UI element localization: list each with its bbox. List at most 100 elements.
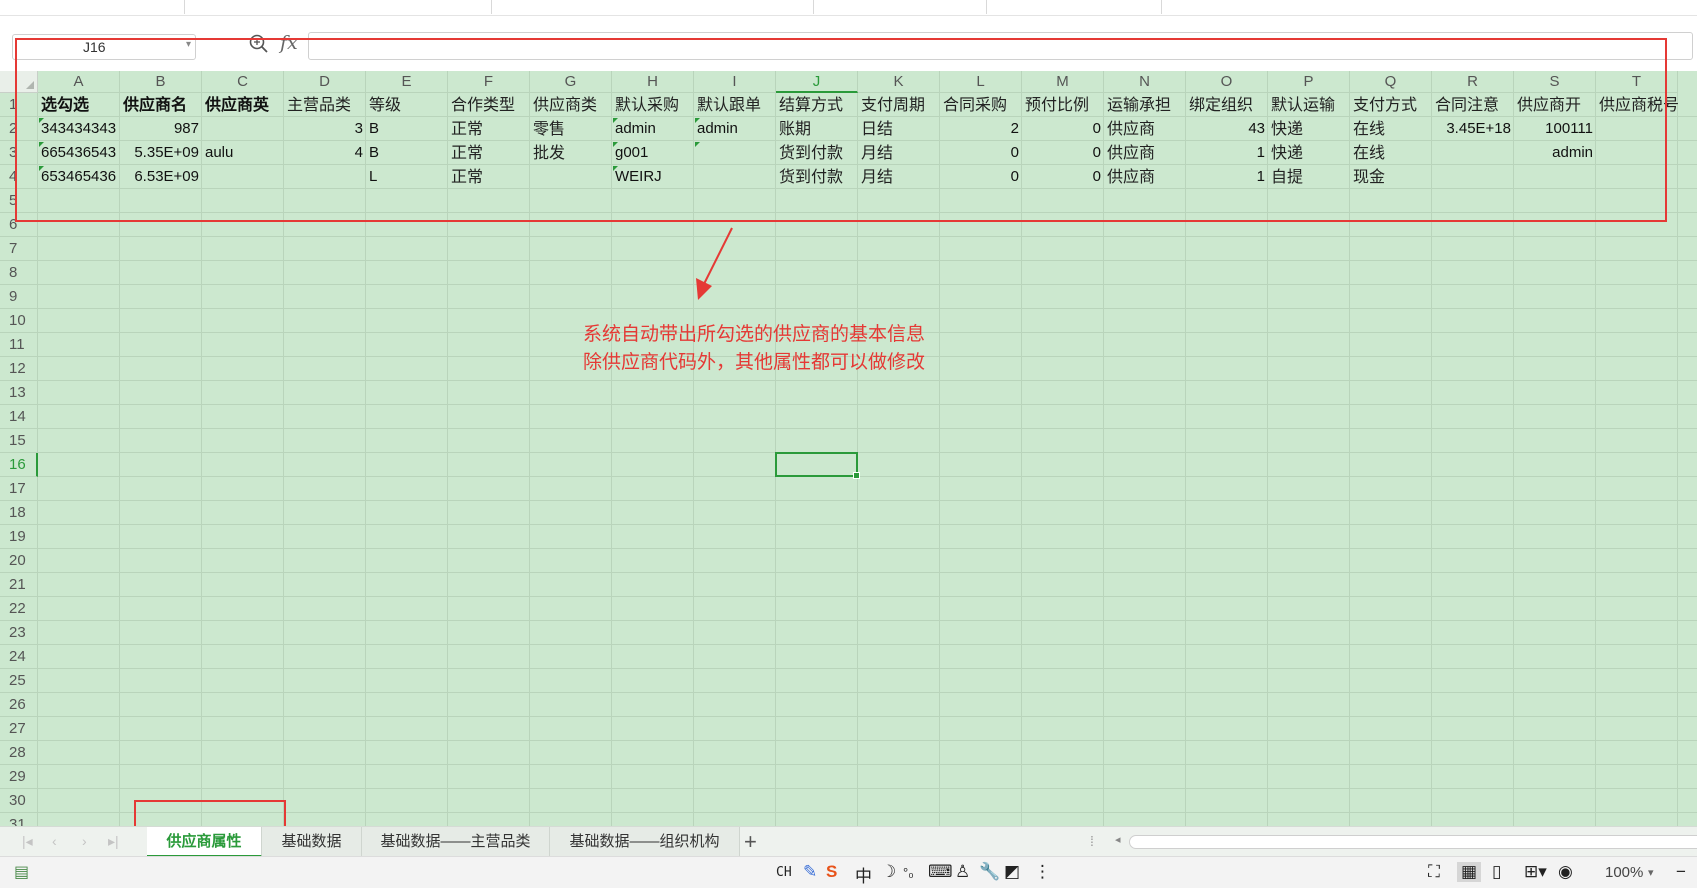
- tab-next-icon[interactable]: ›: [82, 833, 87, 849]
- ime-chinese-mode[interactable]: 中: [855, 862, 872, 887]
- column-header-r[interactable]: R: [1432, 71, 1514, 93]
- data-cell[interactable]: 0: [940, 141, 1022, 165]
- data-cell[interactable]: 正常: [448, 165, 530, 189]
- formula-input[interactable]: [308, 32, 1693, 60]
- data-cell[interactable]: 0: [1022, 141, 1104, 165]
- data-cell[interactable]: B: [366, 141, 448, 165]
- zoom-out-icon[interactable]: −: [1676, 862, 1686, 882]
- row-header-22[interactable]: 22: [0, 597, 38, 621]
- header-cell[interactable]: 供应商类: [530, 93, 612, 117]
- data-cell[interactable]: 0: [1022, 165, 1104, 189]
- header-cell[interactable]: 结算方式: [776, 93, 858, 117]
- column-header-l[interactable]: L: [940, 71, 1022, 93]
- column-header-o[interactable]: O: [1186, 71, 1268, 93]
- row-header-23[interactable]: 23: [0, 621, 38, 645]
- fx-icon[interactable]: fx: [280, 32, 298, 54]
- data-cell[interactable]: 3: [284, 117, 366, 141]
- tab-divider-grip-icon[interactable]: ⁞: [1090, 833, 1094, 849]
- add-sheet-button[interactable]: +: [744, 829, 757, 855]
- page-layout-icon[interactable]: ▯: [1492, 862, 1501, 882]
- row-header-12[interactable]: 12: [0, 357, 38, 381]
- data-cell[interactable]: 批发: [530, 141, 612, 165]
- tab-first-icon[interactable]: |◂: [22, 833, 33, 850]
- column-header-m[interactable]: M: [1022, 71, 1104, 93]
- ime-punct-icon[interactable]: °₀: [903, 865, 914, 880]
- active-cell-selection[interactable]: [775, 452, 860, 479]
- horizontal-scrollbar[interactable]: ◂: [1115, 833, 1697, 851]
- data-cell[interactable]: admin: [1514, 141, 1596, 165]
- name-box[interactable]: J16 ▾: [12, 34, 196, 60]
- column-header-t[interactable]: T: [1596, 71, 1678, 93]
- data-cell[interactable]: admin: [612, 117, 694, 141]
- ime-keyboard-icon[interactable]: ⌨: [928, 862, 953, 882]
- ime-tools-icon[interactable]: 🔧: [979, 862, 1000, 882]
- column-header-a[interactable]: A: [38, 71, 120, 93]
- row-header-15[interactable]: 15: [0, 429, 38, 453]
- column-header-h[interactable]: H: [612, 71, 694, 93]
- column-header-n[interactable]: N: [1104, 71, 1186, 93]
- row-header-19[interactable]: 19: [0, 525, 38, 549]
- data-cell[interactable]: 日结: [858, 117, 940, 141]
- tab-basic-data[interactable]: 基础数据: [262, 827, 362, 857]
- normal-view-icon[interactable]: ▦: [1457, 862, 1482, 882]
- data-cell[interactable]: 零售: [530, 117, 612, 141]
- data-cell[interactable]: 3.45E+18: [1432, 117, 1514, 141]
- data-cell[interactable]: 1: [1186, 165, 1268, 189]
- header-cell[interactable]: 运输承担: [1104, 93, 1186, 117]
- column-header-i[interactable]: I: [694, 71, 776, 93]
- row-header-14[interactable]: 14: [0, 405, 38, 429]
- header-cell[interactable]: 供应商开: [1514, 93, 1596, 117]
- ime-mode-label[interactable]: CH: [776, 865, 792, 880]
- data-cell[interactable]: 在线: [1350, 141, 1432, 165]
- row-header-17[interactable]: 17: [0, 477, 38, 501]
- header-cell[interactable]: 默认采购: [612, 93, 694, 117]
- row-header-28[interactable]: 28: [0, 741, 38, 765]
- data-cell[interactable]: 4: [284, 141, 366, 165]
- row-header-20[interactable]: 20: [0, 549, 38, 573]
- header-cell[interactable]: 供应商税号: [1596, 93, 1678, 117]
- data-cell[interactable]: 在线: [1350, 117, 1432, 141]
- data-cell[interactable]: 正常: [448, 141, 530, 165]
- data-cell[interactable]: 6.53E+09: [120, 165, 202, 189]
- data-cell[interactable]: admin: [694, 117, 776, 141]
- column-header-e[interactable]: E: [366, 71, 448, 93]
- row-header-5[interactable]: 5: [0, 189, 38, 213]
- header-cell[interactable]: 默认跟单: [694, 93, 776, 117]
- data-cell[interactable]: 5.35E+09: [120, 141, 202, 165]
- row-header-24[interactable]: 24: [0, 645, 38, 669]
- scroll-thumb[interactable]: [1129, 835, 1697, 849]
- data-cell[interactable]: 供应商: [1104, 141, 1186, 165]
- data-cell[interactable]: 货到付款: [776, 141, 858, 165]
- data-cell[interactable]: 665436543: [38, 141, 120, 165]
- row-header-7[interactable]: 7: [0, 237, 38, 261]
- column-header-k[interactable]: K: [858, 71, 940, 93]
- data-cell[interactable]: B: [366, 117, 448, 141]
- row-header-9[interactable]: 9: [0, 285, 38, 309]
- row-header-16[interactable]: 16: [0, 453, 38, 477]
- fullscreen-icon[interactable]: ⛶: [1428, 862, 1440, 882]
- data-cell[interactable]: g001: [612, 141, 694, 165]
- ime-halfwidth-icon[interactable]: ☽: [881, 862, 896, 882]
- scroll-left-icon[interactable]: ◂: [1115, 833, 1121, 846]
- header-cell[interactable]: 供应商英: [202, 93, 284, 117]
- data-cell[interactable]: 43: [1186, 117, 1268, 141]
- header-cell[interactable]: 等级: [366, 93, 448, 117]
- column-header-c[interactable]: C: [202, 71, 284, 93]
- data-cell[interactable]: 正常: [448, 117, 530, 141]
- data-cell[interactable]: 快递: [1268, 117, 1350, 141]
- data-cell[interactable]: 现金: [1350, 165, 1432, 189]
- row-header-10[interactable]: 10: [0, 309, 38, 333]
- ime-user-icon[interactable]: ♙: [955, 862, 970, 882]
- header-cell[interactable]: 供应商名: [120, 93, 202, 117]
- data-cell[interactable]: 0: [1022, 117, 1104, 141]
- data-cell[interactable]: 月结: [858, 165, 940, 189]
- ime-skin-icon[interactable]: ◩: [1004, 862, 1020, 882]
- header-cell[interactable]: 支付方式: [1350, 93, 1432, 117]
- zoom-level[interactable]: 100%: [1605, 864, 1643, 881]
- header-cell[interactable]: 合同采购: [940, 93, 1022, 117]
- data-cell[interactable]: 1: [1186, 141, 1268, 165]
- header-cell[interactable]: 默认运输: [1268, 93, 1350, 117]
- data-cell[interactable]: 343434343: [38, 117, 120, 141]
- row-header-21[interactable]: 21: [0, 573, 38, 597]
- row-header-30[interactable]: 30: [0, 789, 38, 813]
